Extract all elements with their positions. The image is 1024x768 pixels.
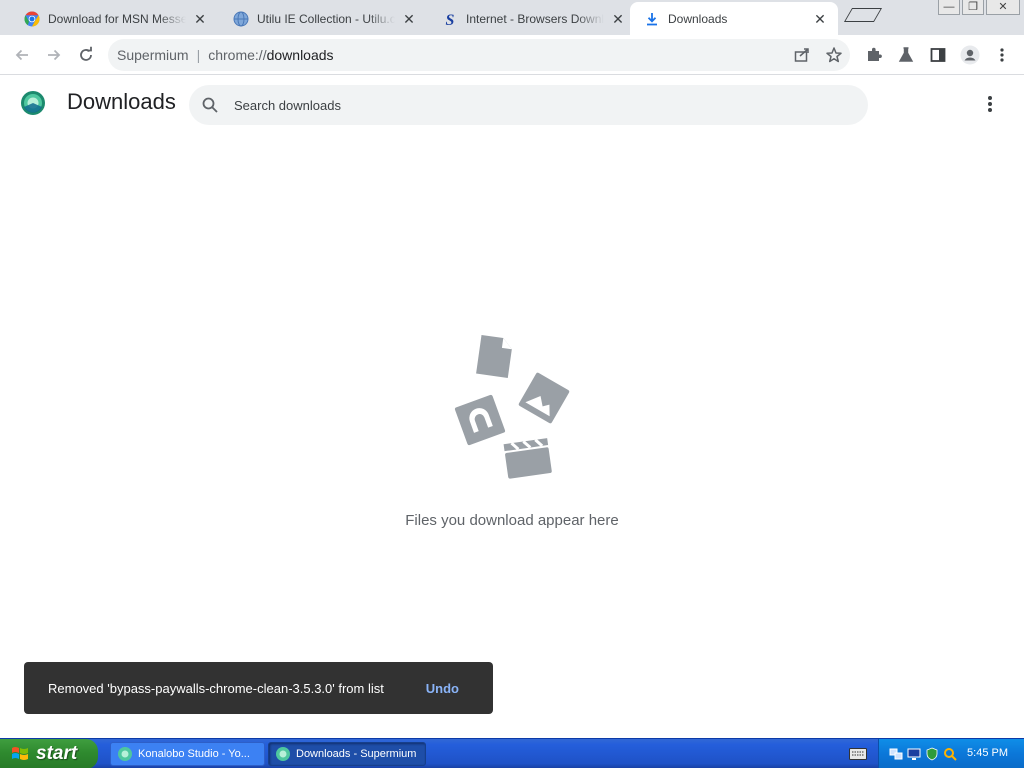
back-button[interactable] bbox=[10, 43, 34, 67]
taskbar-item-downloads[interactable]: Downloads - Supermium bbox=[268, 742, 426, 766]
share-icon bbox=[794, 48, 809, 62]
side-panel-button[interactable] bbox=[926, 43, 950, 67]
tab-title: Downloads bbox=[668, 11, 728, 26]
tab-close-icon[interactable]: ✕ bbox=[812, 11, 828, 27]
profile-button[interactable] bbox=[958, 43, 982, 67]
tab-close-icon[interactable]: ✕ bbox=[192, 11, 208, 27]
menu-dot bbox=[988, 102, 992, 106]
flask-icon bbox=[898, 47, 914, 62]
chromium-icon bbox=[24, 10, 40, 27]
puzzle-icon bbox=[868, 47, 882, 61]
supermium-logo-icon bbox=[21, 91, 45, 115]
image-icon bbox=[518, 372, 570, 424]
search-tray-icon[interactable] bbox=[943, 747, 957, 761]
supermium-logo-icon bbox=[118, 747, 132, 761]
video-icon bbox=[503, 438, 552, 479]
removed-toast: Removed 'bypass-paywalls-chrome-clean-3.… bbox=[24, 662, 493, 714]
taskbar-clock[interactable]: 5:45 PM bbox=[967, 747, 1008, 759]
profile-avatar-icon bbox=[960, 45, 980, 65]
search-input[interactable] bbox=[234, 85, 834, 125]
bookmark-button[interactable] bbox=[822, 43, 846, 67]
windows-flag-icon bbox=[12, 747, 28, 760]
document-icon bbox=[476, 334, 512, 379]
tab-title: Utilu IE Collection - Utilu.com bbox=[257, 11, 395, 26]
tab-msn-messenger[interactable]: Download for MSN Messenger ✕ bbox=[10, 2, 218, 35]
system-tray: 5:45 PM bbox=[878, 739, 1024, 768]
empty-state-message: Files you download appear here bbox=[405, 512, 619, 529]
start-button[interactable]: start bbox=[0, 739, 98, 768]
keyboard-language-icon[interactable] bbox=[849, 748, 867, 760]
menu-dot bbox=[988, 108, 992, 112]
minimize-button[interactable]: — bbox=[938, 0, 960, 15]
arrow-left-icon bbox=[15, 49, 28, 61]
supermium-logo-icon bbox=[276, 747, 290, 761]
search-icon[interactable] bbox=[201, 96, 219, 114]
tab-close-icon[interactable]: ✕ bbox=[610, 11, 626, 27]
audio-icon bbox=[454, 394, 506, 446]
toast-message: Removed 'bypass-paywalls-chrome-clean-3.… bbox=[48, 680, 384, 696]
omnibox-brand: Supermium bbox=[117, 47, 189, 63]
empty-downloads-illustration bbox=[454, 334, 570, 479]
url-path: downloads bbox=[266, 47, 334, 63]
tab-utilu[interactable]: Utilu IE Collection - Utilu.com ✕ bbox=[219, 2, 427, 35]
address-bar[interactable]: Supermium | chrome://downloads bbox=[108, 39, 850, 71]
menu-dot bbox=[988, 96, 992, 100]
extensions-button[interactable] bbox=[862, 43, 886, 67]
window-controls: — ❐ ✕ bbox=[938, 0, 1020, 15]
side-panel-icon bbox=[930, 48, 946, 62]
url-scheme: chrome:// bbox=[208, 47, 267, 63]
start-label: start bbox=[36, 743, 78, 764]
omnibox-divider: | bbox=[196, 47, 201, 63]
omnibox-url: chrome://downloads bbox=[208, 47, 333, 63]
windows-taskbar: start Konalobo Studio - Yo... Downloads … bbox=[0, 738, 1024, 768]
tab-downloads[interactable]: Downloads ✕ bbox=[630, 2, 838, 35]
downloads-more-menu-button[interactable] bbox=[980, 94, 1000, 114]
browser-menu-button[interactable] bbox=[990, 43, 1014, 67]
download-icon bbox=[647, 12, 657, 25]
star-icon bbox=[826, 47, 842, 63]
reload-button[interactable] bbox=[74, 43, 98, 67]
kebab-menu-icon bbox=[1000, 48, 1004, 62]
network-icon[interactable] bbox=[889, 747, 903, 761]
restore-button[interactable]: ❐ bbox=[962, 0, 984, 15]
display-icon[interactable] bbox=[907, 747, 921, 761]
reload-icon bbox=[80, 46, 92, 61]
s-logo-icon: S bbox=[446, 12, 455, 27]
globe-icon bbox=[233, 11, 249, 26]
arrow-right-icon bbox=[48, 49, 61, 61]
labs-button[interactable] bbox=[894, 43, 918, 67]
tab-strip: Download for MSN Messenger ✕ Utilu IE Co… bbox=[0, 0, 1024, 35]
downloads-header: Downloads bbox=[0, 76, 1024, 132]
taskbar-item-label: Konalobo Studio - Yo... bbox=[138, 748, 250, 760]
undo-button[interactable]: Undo bbox=[426, 681, 459, 696]
search-downloads-box bbox=[189, 85, 868, 125]
page-title: Downloads bbox=[67, 89, 176, 114]
close-window-button[interactable]: ✕ bbox=[986, 0, 1020, 15]
taskbar-item-label: Downloads - Supermium bbox=[296, 748, 417, 760]
forward-button[interactable] bbox=[42, 43, 66, 67]
security-shield-icon[interactable] bbox=[925, 747, 939, 761]
tab-internet-browsers[interactable]: S Internet - Browsers Downloads ✕ bbox=[428, 2, 636, 35]
new-tab-button[interactable] bbox=[843, 8, 883, 22]
svg-text:S: S bbox=[446, 12, 455, 27]
share-button[interactable] bbox=[790, 43, 814, 67]
tab-title: Internet - Browsers Downloads bbox=[466, 11, 604, 26]
browser-toolbar: Supermium | chrome://downloads bbox=[0, 35, 1024, 75]
tab-close-icon[interactable]: ✕ bbox=[401, 11, 417, 27]
taskbar-item-konalobo[interactable]: Konalobo Studio - Yo... bbox=[110, 742, 265, 766]
tab-title: Download for MSN Messenger bbox=[48, 11, 186, 26]
